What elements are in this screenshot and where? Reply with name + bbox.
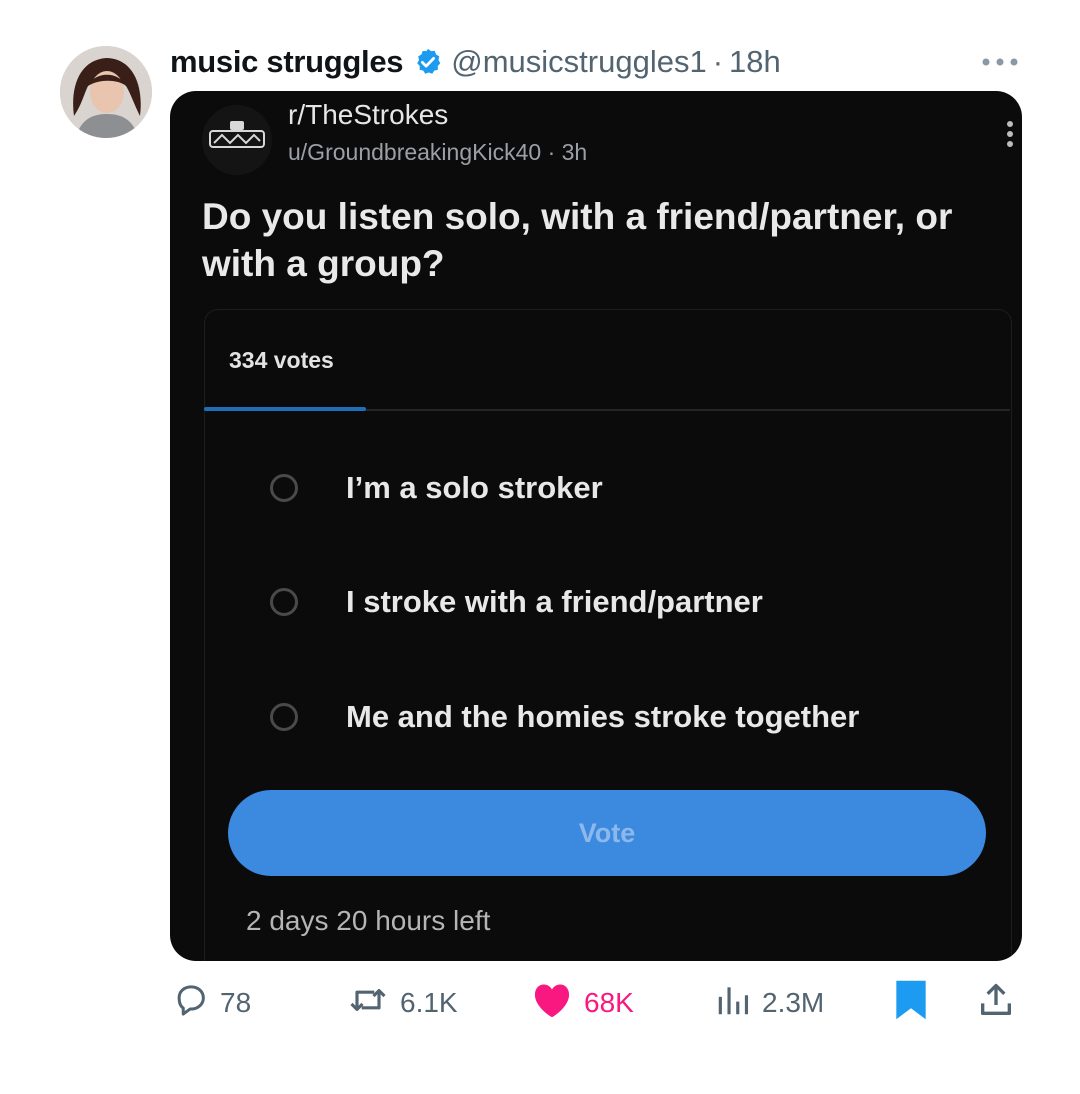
verified-badge-icon xyxy=(413,47,443,77)
avatar[interactable] xyxy=(60,46,152,138)
repost-button[interactable]: 6.1K xyxy=(346,980,458,1026)
share-button[interactable] xyxy=(976,980,1016,1026)
like-count: 68K xyxy=(584,987,634,1018)
tab-indicator xyxy=(204,407,366,411)
share-icon xyxy=(976,980,1016,1027)
bookmark-button[interactable] xyxy=(892,980,930,1026)
poll-time-left: 2 days 20 hours left xyxy=(246,905,491,936)
radio-button xyxy=(270,474,298,502)
post-age: 3h xyxy=(561,139,588,165)
vote-count: 334 votes xyxy=(229,347,334,373)
subreddit-name: r/TheStrokes xyxy=(288,99,449,130)
repost-count: 6.1K xyxy=(400,987,458,1018)
poll-option-label: Me and the homies stroke together xyxy=(346,699,860,734)
embedded-image[interactable]: r/TheStrokes u/GroundbreakingKick40 · 3h… xyxy=(170,91,1022,961)
meta-separator: · xyxy=(547,139,556,165)
like-button[interactable]: 68K xyxy=(530,980,634,1026)
poll-option-label: I stroke with a friend/partner xyxy=(346,584,763,619)
handle[interactable]: @musicstruggles1 xyxy=(451,44,706,80)
repost-icon xyxy=(346,981,390,1026)
more-options-icon[interactable] xyxy=(978,50,1022,74)
radio-button xyxy=(270,588,298,616)
kebab-menu-icon xyxy=(1006,119,1014,149)
reply-icon xyxy=(172,981,210,1026)
timestamp[interactable]: 18h xyxy=(729,44,781,80)
reply-count: 78 xyxy=(220,987,252,1018)
heart-icon xyxy=(530,980,574,1027)
radio-button xyxy=(270,703,298,731)
views-button[interactable]: 2.3M xyxy=(714,980,824,1026)
vote-button: Vote xyxy=(228,790,986,876)
poll-option-label: I’m a solo stroker xyxy=(346,470,603,505)
display-name[interactable]: music struggles xyxy=(170,44,404,80)
post-title: Do you listen solo, with a friend/partne… xyxy=(202,196,953,284)
bookmark-icon xyxy=(892,978,930,1029)
poll-option: I stroke with a friend/partner xyxy=(270,582,763,622)
view-count: 2.3M xyxy=(762,987,825,1018)
views-icon xyxy=(714,981,752,1026)
reply-button[interactable]: 78 xyxy=(172,980,251,1026)
poll-option: I’m a solo stroker xyxy=(270,468,603,508)
subreddit-logo xyxy=(202,105,272,175)
tweet-header: music struggles @musicstruggles1 · 18h xyxy=(170,40,781,84)
post-author: u/GroundbreakingKick40 xyxy=(288,139,542,165)
post-meta: u/GroundbreakingKick40 · 3h xyxy=(288,139,587,166)
poll-option: Me and the homies stroke together xyxy=(270,697,859,737)
separator-dot: · xyxy=(712,44,724,79)
